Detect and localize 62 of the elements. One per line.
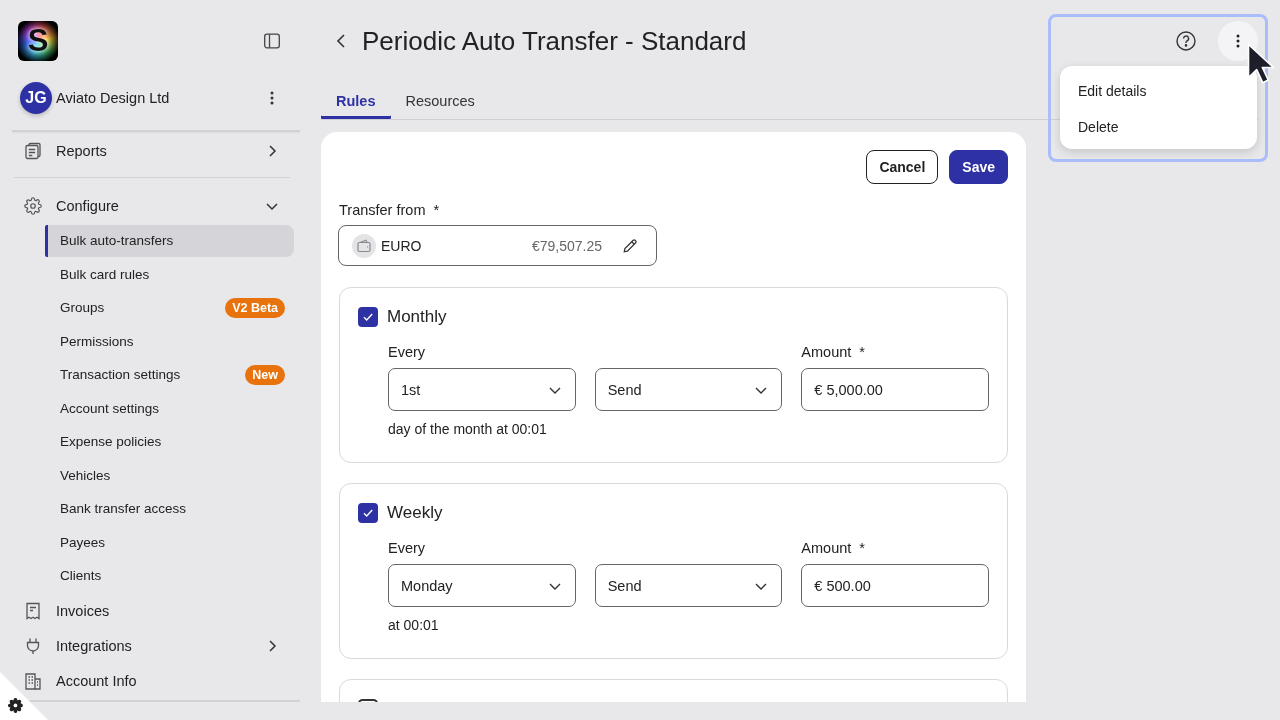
app-logo[interactable]: S [18, 21, 58, 61]
field-label: Transfer from * [339, 202, 441, 218]
nav-subitem[interactable]: Account settings [45, 392, 294, 425]
nav-subitem[interactable]: Transaction settings New [45, 358, 294, 391]
account-selector[interactable]: EURO €79,507.25 [338, 225, 657, 266]
nav-subitem[interactable]: Vehicles [45, 459, 294, 492]
schedule-note: day of the month at 00:01 [388, 421, 548, 437]
day-select[interactable]: 1st [388, 368, 576, 411]
field-label: Every [388, 540, 427, 556]
checkbox[interactable] [358, 307, 378, 327]
day-select[interactable]: Monday [388, 564, 576, 607]
nav-subitem[interactable]: Clients [45, 559, 294, 592]
nav-subitem[interactable]: Bulk card rules [45, 258, 294, 291]
schedule-note: at 00:01 [388, 617, 440, 633]
rule-title: Weekly [387, 503, 443, 523]
field-label: Amount * [801, 540, 866, 556]
document-icon [24, 141, 42, 160]
more-icon[interactable] [270, 90, 274, 105]
checkbox[interactable] [358, 503, 378, 523]
help-icon[interactable] [1176, 31, 1196, 51]
menu-item[interactable]: Edit details [1060, 73, 1257, 109]
nav-item[interactable]: Reports [12, 133, 300, 168]
rule-title: Monthly [387, 307, 447, 327]
nav-item[interactable]: Invoices [12, 594, 300, 629]
action-select[interactable]: Send [594, 564, 783, 607]
field-label: Every [388, 344, 427, 360]
menu-item[interactable]: Delete [1060, 109, 1257, 145]
building-icon [24, 672, 42, 691]
nav-subitem[interactable]: Expense policies [45, 425, 294, 458]
nav-subitem[interactable]: Bank transfer access [45, 492, 294, 525]
tab[interactable]: Rules [321, 82, 391, 119]
nav-subitem[interactable]: Permissions [45, 325, 294, 358]
nav-item[interactable]: Account Info [12, 664, 300, 699]
tab[interactable]: Resources [390, 82, 490, 119]
receipt-icon [24, 602, 42, 621]
wallet-icon [352, 233, 376, 258]
amount-field[interactable]: € 500.00 [801, 564, 989, 607]
nav-subitem[interactable]: Payees [45, 526, 294, 559]
pencil-icon[interactable] [622, 237, 638, 254]
back-icon[interactable] [336, 33, 346, 49]
cancel-button[interactable]: Cancel [866, 150, 939, 184]
page-title: Periodic Auto Transfer - Standard [362, 25, 747, 57]
field-label: Amount * [801, 344, 866, 360]
settings-icon[interactable] [0, 672, 48, 720]
label-badge: V2 Beta [225, 297, 285, 318]
nav-subitem[interactable]: Bulk auto-transfers [45, 224, 294, 257]
account-name: EURO [381, 237, 422, 254]
label-badge: New [245, 364, 285, 385]
avatar: JG [20, 81, 52, 114]
nav-item[interactable]: Integrations [12, 629, 300, 664]
action-select[interactable]: Send [594, 368, 783, 411]
sidebar-toggle-icon[interactable] [264, 33, 280, 49]
more-icon [1236, 34, 1240, 48]
plug-icon [24, 637, 42, 656]
gear-icon [24, 196, 42, 215]
organization-name[interactable]: Aviato Design Ltd [56, 89, 170, 106]
more-button[interactable] [1218, 21, 1258, 61]
save-button[interactable]: Save [949, 150, 1008, 184]
amount-field[interactable]: € 5,000.00 [801, 368, 989, 411]
nav-subitem[interactable]: Groups V2 Beta [45, 291, 294, 324]
account-balance: €79,507.25 [531, 237, 602, 254]
nav-item[interactable]: Configure [12, 188, 300, 223]
